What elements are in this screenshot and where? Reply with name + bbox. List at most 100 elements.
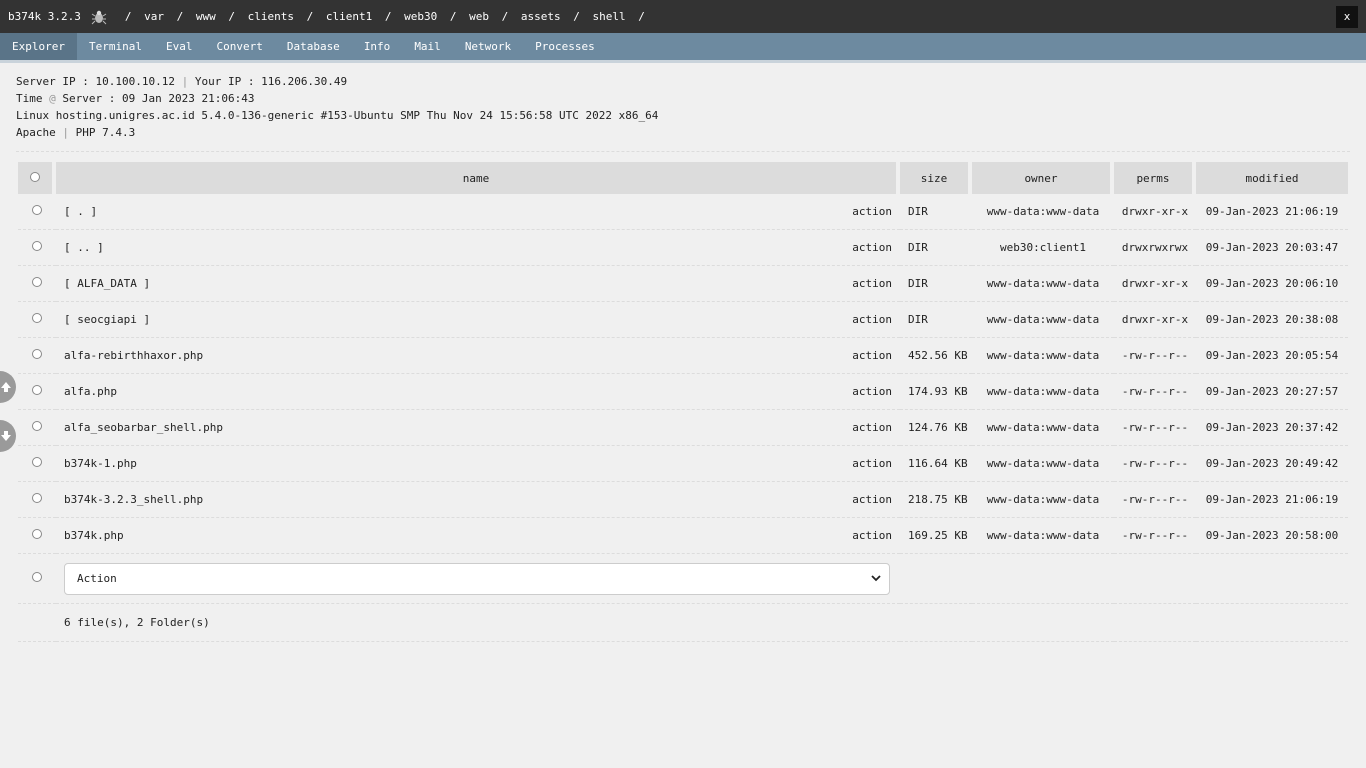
file-owner: www-data:www-data: [972, 302, 1114, 338]
app-name[interactable]: b374k 3.2.3: [8, 10, 81, 23]
breadcrumb-item[interactable]: web30: [404, 10, 437, 23]
file-modified: 09-Jan-2023 20:37:42: [1196, 410, 1348, 446]
table-header: name size owner perms modified: [18, 162, 1348, 194]
action-link[interactable]: action: [852, 205, 892, 218]
table-row: [ . ] action DIR www-data:www-data drwxr-…: [18, 194, 1348, 230]
action-select[interactable]: Action: [64, 562, 890, 595]
file-modified: 09-Jan-2023 20:58:00: [1196, 518, 1348, 554]
close-button[interactable]: x: [1336, 5, 1358, 28]
file-name[interactable]: b374k.php: [64, 529, 124, 542]
row-checkbox[interactable]: [32, 313, 42, 323]
tab-terminal[interactable]: Terminal: [77, 33, 154, 60]
breadcrumb-item[interactable]: clients: [248, 10, 294, 23]
file-owner: web30:client1: [972, 230, 1114, 266]
your-ip-label: Your IP :: [194, 75, 255, 88]
action-link[interactable]: action: [852, 241, 892, 254]
file-name[interactable]: alfa.php: [64, 385, 117, 398]
file-perms: drwxr-xr-x: [1114, 194, 1196, 230]
file-size: 174.93 KB: [900, 374, 972, 410]
chevron-down-icon: [871, 572, 881, 585]
file-owner: www-data:www-data: [972, 266, 1114, 302]
row-checkbox[interactable]: [32, 421, 42, 431]
file-name[interactable]: [ seocgiapi ]: [64, 313, 150, 326]
action-link[interactable]: action: [852, 493, 892, 506]
software-line: Apache | PHP 7.4.3: [16, 124, 1350, 141]
file-name[interactable]: [ . ]: [64, 205, 97, 218]
at-sign: @: [49, 92, 56, 105]
arrow-up-icon[interactable]: [0, 371, 16, 403]
file-size: 218.75 KB: [900, 482, 972, 518]
breadcrumb-item[interactable]: assets: [521, 10, 561, 23]
row-checkbox[interactable]: [32, 241, 42, 251]
breadcrumb-item[interactable]: var: [144, 10, 164, 23]
file-owner: www-data:www-data: [972, 374, 1114, 410]
file-modified: 09-Jan-2023 20:06:10: [1196, 266, 1348, 302]
row-checkbox[interactable]: [32, 205, 42, 215]
file-name[interactable]: b374k-3.2.3_shell.php: [64, 493, 203, 506]
file-perms: drwxr-xr-x: [1114, 302, 1196, 338]
header-owner[interactable]: owner: [972, 162, 1114, 194]
file-name[interactable]: [ .. ]: [64, 241, 104, 254]
action-link[interactable]: action: [852, 349, 892, 362]
breadcrumb-separator: /: [228, 10, 235, 23]
breadcrumb-separator: /: [124, 10, 132, 23]
header-name[interactable]: name: [56, 162, 900, 194]
php-version: PHP 7.4.3: [75, 126, 136, 139]
row-checkbox[interactable]: [32, 493, 42, 503]
row-checkbox[interactable]: [32, 457, 42, 467]
breadcrumb-item[interactable]: client1: [326, 10, 372, 23]
tab-processes[interactable]: Processes: [523, 33, 607, 60]
row-checkbox[interactable]: [32, 349, 42, 359]
header-modified[interactable]: modified: [1196, 162, 1348, 194]
file-perms: -rw-r--r--: [1114, 338, 1196, 374]
server-time-label: Server :: [62, 92, 116, 105]
breadcrumb-item[interactable]: shell: [592, 10, 625, 23]
breadcrumb-separator: /: [638, 10, 645, 23]
tab-mail[interactable]: Mail: [402, 33, 453, 60]
table-row: b374k-3.2.3_shell.php action 218.75 KB ww…: [18, 482, 1348, 518]
select-all-checkbox[interactable]: [30, 171, 40, 182]
breadcrumb-item[interactable]: web: [469, 10, 489, 23]
file-name[interactable]: [ ALFA_DATA ]: [64, 277, 150, 290]
tab-explorer[interactable]: Explorer: [0, 33, 77, 60]
server-software: Apache: [16, 126, 56, 139]
row-checkbox[interactable]: [32, 385, 42, 395]
file-name[interactable]: alfa_seobarbar_shell.php: [64, 421, 223, 434]
arrow-down-icon[interactable]: [0, 420, 16, 452]
tab-network[interactable]: Network: [453, 33, 523, 60]
separator: |: [62, 126, 69, 139]
tab-convert[interactable]: Convert: [204, 33, 274, 60]
file-table: name size owner perms modified [ . ] acti…: [18, 162, 1348, 642]
tab-info[interactable]: Info: [352, 33, 403, 60]
file-name[interactable]: alfa-rebirthhaxor.php: [64, 349, 203, 362]
table-row: [ ALFA_DATA ] action DIR www-data:www-dat…: [18, 266, 1348, 302]
file-modified: 09-Jan-2023 20:03:47: [1196, 230, 1348, 266]
action-link[interactable]: action: [852, 529, 892, 542]
row-checkbox[interactable]: [32, 277, 42, 287]
action-link[interactable]: action: [852, 313, 892, 326]
file-size: 116.64 KB: [900, 446, 972, 482]
file-count: 6 file(s), 2 Folder(s): [56, 604, 900, 642]
action-link[interactable]: action: [852, 277, 892, 290]
file-size: DIR: [900, 302, 972, 338]
summary-row: 6 file(s), 2 Folder(s): [18, 604, 1348, 642]
ip-line: Server IP : 10.100.10.12 | Your IP : 116…: [16, 73, 1350, 90]
row-checkbox[interactable]: [32, 529, 42, 539]
action-row-checkbox[interactable]: [32, 572, 42, 582]
tab-eval[interactable]: Eval: [154, 33, 205, 60]
select-all-cell: [18, 162, 56, 194]
file-name[interactable]: b374k-1.php: [64, 457, 137, 470]
file-perms: drwxr-xr-x: [1114, 266, 1196, 302]
breadcrumb-item[interactable]: www: [196, 10, 216, 23]
your-ip: 116.206.30.49: [261, 75, 348, 88]
action-link[interactable]: action: [852, 385, 892, 398]
file-size: 452.56 KB: [900, 338, 972, 374]
breadcrumb-separator: /: [573, 10, 580, 23]
action-link[interactable]: action: [852, 457, 892, 470]
action-link[interactable]: action: [852, 421, 892, 434]
header-size[interactable]: size: [900, 162, 972, 194]
header-perms[interactable]: perms: [1114, 162, 1196, 194]
tab-database[interactable]: Database: [275, 33, 352, 60]
file-perms: -rw-r--r--: [1114, 518, 1196, 554]
breadcrumb: / var / www / clients / client1 / web30 …: [119, 10, 651, 23]
